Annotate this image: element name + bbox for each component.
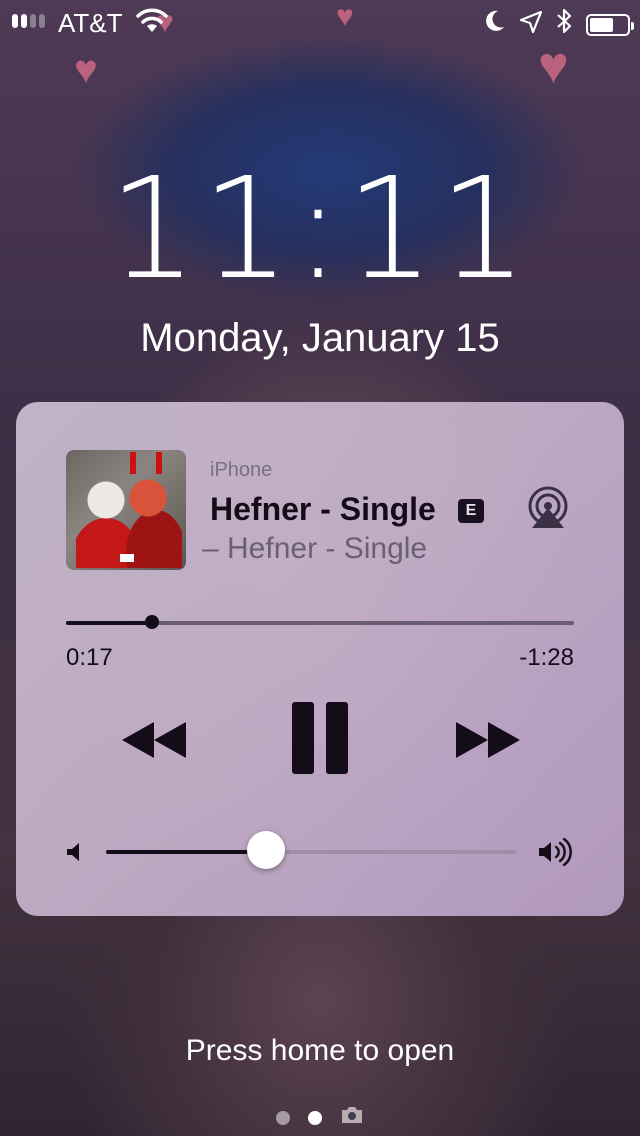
status-bar: AT&T bbox=[0, 0, 640, 44]
lockscreen-clock: 11:11 bbox=[108, 148, 532, 311]
airplay-icon[interactable] bbox=[526, 486, 570, 535]
page-dot[interactable] bbox=[276, 1110, 290, 1125]
volume-thumb[interactable] bbox=[246, 831, 285, 869]
playback-device-label: iPhone bbox=[210, 459, 273, 481]
moon-icon bbox=[484, 9, 506, 40]
page-indicator bbox=[276, 1106, 364, 1129]
track-title[interactable]: Hefner - Single bbox=[210, 491, 436, 528]
lockscreen-date: Monday, January 15 bbox=[140, 316, 500, 360]
track-subtitle[interactable]: – Hefner - Single bbox=[202, 532, 427, 566]
volume-slider[interactable] bbox=[106, 831, 516, 869]
bluetooth-icon bbox=[556, 8, 572, 41]
heart-decoration: ♥ bbox=[74, 48, 98, 92]
pause-button[interactable] bbox=[292, 702, 348, 774]
elapsed-time: 0:17 bbox=[66, 644, 113, 671]
carrier-name: AT&T bbox=[58, 8, 123, 38]
location-icon bbox=[519, 9, 543, 40]
explicit-badge: E bbox=[458, 499, 484, 523]
heart-decoration: ♥ bbox=[538, 37, 569, 95]
camera-icon[interactable] bbox=[340, 1106, 364, 1129]
volume-high-icon bbox=[538, 837, 574, 871]
signal-strength-icon bbox=[12, 14, 45, 28]
now-playing-widget: iPhone Hefner - Single E – Hefner - Sing… bbox=[16, 402, 624, 916]
volume-low-icon bbox=[66, 842, 82, 867]
press-home-hint: Press home to open bbox=[185, 1034, 455, 1067]
scrubber-thumb[interactable] bbox=[145, 615, 160, 629]
battery-icon bbox=[586, 13, 634, 36]
rewind-button[interactable] bbox=[120, 720, 188, 760]
remaining-time: -1:28 bbox=[519, 644, 574, 671]
fast-forward-button[interactable] bbox=[454, 720, 522, 760]
album-artwork[interactable] bbox=[66, 450, 186, 570]
page-dot-active[interactable] bbox=[308, 1110, 322, 1125]
wifi-icon bbox=[136, 8, 168, 41]
playback-scrubber[interactable] bbox=[66, 615, 574, 629]
